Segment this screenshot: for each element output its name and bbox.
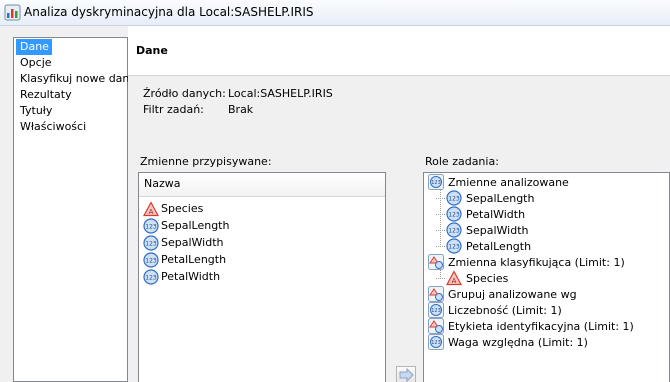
role-label: Liczebność (Limit: 1) [448, 303, 562, 317]
numeric-variable-icon: 123 [446, 190, 462, 206]
filter-value: Brak [228, 103, 254, 116]
title-bar[interactable]: Analiza dyskryminacyjna dla Local:SASHEL… [0, 0, 670, 26]
assigned-variable-name: PetalLength [466, 239, 532, 253]
task-roles-tree[interactable]: 123 Zmienne analizowane 123 SepalLength [423, 172, 670, 382]
role-zmienne-analizowane[interactable]: 123 Zmienne analizowane [424, 174, 669, 190]
app-icon [4, 4, 21, 21]
dialog-body: Dane Opcje Klasyfikuj nowe dane Rezultat… [0, 26, 670, 382]
move-right-button[interactable] [396, 366, 416, 382]
page-body: Źródło danych: Local:SASHELP.IRIS Filtr … [128, 76, 670, 382]
assigned-variable-name: PetalWidth [466, 207, 526, 221]
roles-label: Role zadania: [425, 155, 499, 168]
svg-text:A: A [452, 277, 457, 285]
role-zmienna-klasyfikujaca[interactable]: Zmienna klasyfikująca (Limit: 1) [424, 254, 669, 270]
role-weight-icon: 123 [428, 334, 444, 350]
role-assigned-variable[interactable]: A Species [424, 270, 669, 286]
page-title: Dane [136, 44, 168, 57]
svg-text:123: 123 [431, 308, 441, 314]
numeric-variable-icon: 123 [143, 251, 159, 268]
svg-text:123: 123 [431, 340, 441, 346]
numeric-variable-icon: 123 [446, 238, 462, 254]
role-group-icon [428, 286, 444, 302]
role-waga-wzgledna[interactable]: 123 Waga względna (Limit: 1) [424, 334, 669, 350]
assigned-variable-name: SepalWidth [466, 223, 529, 237]
variable-item[interactable]: 123 PetalWidth [139, 268, 385, 285]
navigation-list[interactable]: Dane Opcje Klasyfikuj nowe dane Rezultat… [13, 37, 136, 382]
svg-text:123: 123 [448, 212, 460, 219]
role-grupuj-analizowane-wg[interactable]: Grupuj analizowane wg [424, 286, 669, 302]
assigned-variable-name: Species [466, 271, 509, 285]
column-header-nazwa[interactable]: Nazwa [139, 173, 385, 197]
variable-name: PetalLength [161, 253, 227, 266]
role-assigned-variable[interactable]: 123 SepalWidth [424, 222, 669, 238]
nav-item-rezultaty[interactable]: Rezultaty [16, 87, 75, 103]
variables-listbox[interactable]: Nazwa A Species 123 SepalLength 123 Sepa… [138, 172, 386, 382]
numeric-variable-icon: 123 [143, 217, 159, 234]
character-variable-icon: A [143, 200, 159, 216]
svg-text:123: 123 [448, 196, 460, 203]
nav-item-dane[interactable]: Dane [16, 39, 52, 55]
variables-label: Zmienne przypisywane: [140, 155, 272, 168]
variable-item[interactable]: A Species [139, 200, 385, 217]
numeric-variable-icon: 123 [446, 222, 462, 238]
svg-text:123: 123 [448, 228, 460, 235]
variable-name: SepalLength [161, 219, 230, 232]
nav-item-tytuly[interactable]: Tytuły [16, 103, 55, 119]
assigned-variable-name: SepalLength [466, 191, 535, 205]
nav-item-opcje[interactable]: Opcje [16, 55, 55, 71]
role-liczebnosc[interactable]: 123 Liczebność (Limit: 1) [424, 302, 669, 318]
variable-item[interactable]: 123 SepalLength [139, 217, 385, 234]
role-label: Zmienna klasyfikująca (Limit: 1) [448, 255, 625, 269]
character-variable-icon: A [446, 270, 462, 286]
source-value: Local:SASHELP.IRIS [228, 87, 333, 100]
numeric-variable-icon: 123 [446, 206, 462, 222]
role-label: Grupuj analizowane wg [448, 287, 577, 301]
numeric-variable-icon: 123 [143, 268, 159, 285]
role-id-label-icon [428, 318, 444, 334]
svg-text:123: 123 [145, 274, 157, 281]
role-label: Waga względna (Limit: 1) [448, 335, 588, 349]
role-label: Zmienne analizowane [448, 175, 569, 189]
numeric-variable-icon: 123 [143, 234, 159, 251]
role-label: Etykieta identyfikacyjna (Limit: 1) [448, 319, 634, 333]
role-assigned-variable[interactable]: 123 SepalLength [424, 190, 669, 206]
variable-item[interactable]: 123 SepalWidth [139, 234, 385, 251]
arrow-right-icon [399, 367, 414, 382]
source-label: Źródło danych: [143, 87, 226, 100]
role-frequency-icon: 123 [428, 302, 444, 318]
svg-text:A: A [149, 208, 154, 216]
variable-name: Species [161, 202, 204, 215]
role-assigned-variable[interactable]: 123 PetalLength [424, 238, 669, 254]
svg-text:123: 123 [145, 223, 157, 230]
svg-text:123: 123 [145, 240, 157, 247]
variable-item[interactable]: 123 PetalLength [139, 251, 385, 268]
role-numeric-icon: 123 [428, 174, 444, 190]
nav-item-wlasciwosci[interactable]: Właściwości [16, 119, 89, 135]
nav-item-klasyfikuj-nowe-dane[interactable]: Klasyfikuj nowe dane [16, 71, 139, 87]
role-classification-icon [428, 254, 444, 270]
window-title: Analiza dyskryminacyjna dla Local:SASHEL… [24, 5, 314, 19]
svg-text:123: 123 [448, 244, 460, 251]
svg-text:123: 123 [431, 180, 441, 186]
svg-text:123: 123 [145, 257, 157, 264]
variable-name: PetalWidth [161, 270, 221, 283]
role-assigned-variable[interactable]: 123 PetalWidth [424, 206, 669, 222]
content-pane: Dane Źródło danych: Local:SASHELP.IRIS F… [128, 26, 670, 382]
filter-label: Filtr zadań: [143, 103, 204, 116]
role-etykieta-identyfikacyjna[interactable]: Etykieta identyfikacyjna (Limit: 1) [424, 318, 669, 334]
variable-name: SepalWidth [161, 236, 224, 249]
